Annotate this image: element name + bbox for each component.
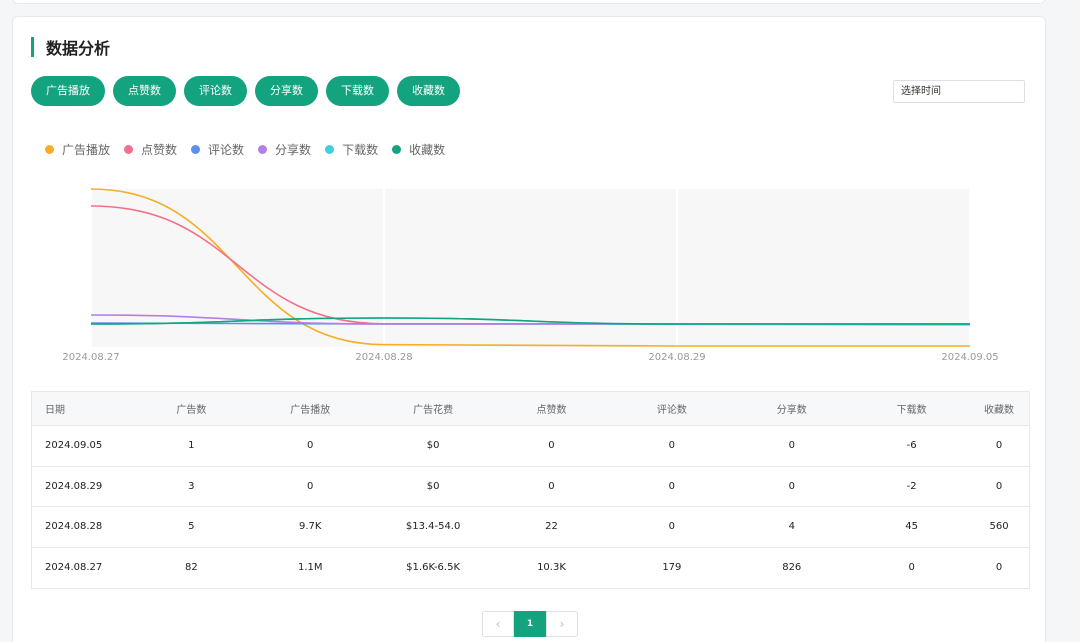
- cell-favorites: 0: [995, 440, 1003, 452]
- line-chart: 2024.08.27 2024.08.28 2024.08.29 2024.09.05: [62, 188, 999, 363]
- header-favorites: 收藏数: [984, 405, 1015, 416]
- legend-label: 评论数: [208, 143, 245, 157]
- legend-item[interactable]: 收藏数: [392, 141, 445, 158]
- legend-dot-icon: [124, 145, 134, 154]
- cell-shares: 0: [788, 440, 795, 452]
- tab-downloads[interactable]: 下载数: [326, 76, 389, 106]
- x-tick-label: 2024.08.29: [648, 352, 705, 363]
- tab-favorites[interactable]: 收藏数: [397, 76, 460, 106]
- table-row: 2024.09.05 1 0 $0 0 0 0 -6 0: [32, 426, 1029, 467]
- cell-downloads: -6: [906, 440, 917, 452]
- chevron-right-icon[interactable]: ›: [546, 611, 578, 637]
- cell-date: 2024.08.27: [45, 562, 103, 574]
- metric-tabs: 广告播放 点赞数 评论数 分享数 下载数 收藏数: [31, 76, 468, 106]
- cell-downloads: 0: [908, 562, 915, 574]
- table-row: 2024.08.28 5 9.7K $13.4-54.0 22 0 4 45 5…: [32, 507, 1029, 548]
- header-shares: 分享数: [776, 405, 807, 416]
- heading-accent-bar: [31, 37, 34, 57]
- tab-comments[interactable]: 评论数: [184, 76, 247, 106]
- legend-item[interactable]: 广告播放: [45, 141, 110, 158]
- chart-legend: 广告播放 点赞数 评论数 分享数 下载数 收藏数: [45, 141, 459, 158]
- legend-label: 下载数: [342, 143, 379, 157]
- data-analysis-card: 数据分析 广告播放 点赞数 评论数 分享数 下载数 收藏数 广告播放点赞数评论数…: [12, 16, 1046, 642]
- cell-comments: 0: [668, 440, 676, 452]
- table-row: 2024.08.27 82 1.1M $1.6K-6.5K 10.3K 179 …: [32, 548, 1029, 589]
- legend-dot-icon: [258, 145, 268, 154]
- legend-item[interactable]: 分享数: [258, 141, 311, 158]
- cell-ad-spend: $0: [426, 480, 440, 492]
- cell-shares: 826: [782, 562, 802, 574]
- cell-comments: 179: [662, 562, 682, 574]
- header-date: 日期: [45, 405, 65, 416]
- cell-ad-plays: 0: [307, 480, 314, 492]
- legend-dot-icon: [392, 145, 402, 154]
- table-header-row: 日期 广告数 广告播放 广告花费 点赞数 评论数 分享数 下载数 收藏数: [32, 392, 1029, 426]
- cell-ad-spend: $13.4-54.0: [405, 521, 461, 533]
- cell-ad-spend: $0: [426, 440, 440, 452]
- legend-label: 点赞数: [141, 143, 178, 157]
- cell-ad-plays: 0: [307, 440, 314, 452]
- header-downloads: 下载数: [896, 405, 927, 416]
- legend-dot-icon: [191, 145, 201, 154]
- header-ad-plays: 广告播放: [290, 405, 331, 416]
- header-ad-spend: 广告花费: [413, 405, 454, 416]
- data-table: 日期 广告数 广告播放 广告花费 点赞数 评论数 分享数 下载数 收藏数 202…: [31, 391, 1030, 589]
- page-button-current[interactable]: 1: [514, 611, 546, 637]
- cell-likes: 10.3K: [537, 562, 566, 574]
- cell-ad-count: 5: [188, 521, 195, 533]
- cell-favorites: 0: [995, 562, 1003, 574]
- legend-label: 收藏数: [409, 143, 446, 157]
- legend-dot-icon: [325, 145, 335, 154]
- legend-item[interactable]: 点赞数: [124, 141, 177, 158]
- cell-likes: 0: [548, 440, 555, 452]
- x-tick-label: 2024.08.28: [355, 352, 412, 363]
- cell-comments: 0: [668, 521, 676, 533]
- cell-favorites: 0: [995, 480, 1003, 492]
- cell-likes: 0: [548, 480, 555, 492]
- cell-ad-plays: 9.7K: [298, 521, 322, 533]
- legend-label: 分享数: [275, 143, 312, 157]
- tab-shares[interactable]: 分享数: [255, 76, 318, 106]
- cell-downloads: 45: [905, 521, 918, 533]
- date-picker-input[interactable]: [893, 80, 1025, 103]
- cell-favorites: 560: [989, 521, 1009, 533]
- cell-shares: 0: [788, 480, 795, 492]
- cell-comments: 0: [668, 480, 676, 492]
- legend-item[interactable]: 评论数: [191, 141, 244, 158]
- header-likes: 点赞数: [536, 405, 567, 416]
- tab-likes[interactable]: 点赞数: [113, 76, 176, 106]
- legend-label: 广告播放: [62, 143, 111, 157]
- tab-ad-plays[interactable]: 广告播放: [31, 76, 105, 106]
- cell-ad-plays: 1.1M: [297, 562, 323, 574]
- section-title: 数据分析: [46, 39, 111, 58]
- cell-downloads: -2: [906, 480, 917, 492]
- x-tick-label: 2024.08.27: [62, 352, 119, 363]
- section-heading: 数据分析: [31, 37, 111, 58]
- pagination: ‹ 1 ›: [482, 611, 578, 637]
- cell-shares: 4: [788, 521, 795, 533]
- cell-date: 2024.09.05: [45, 440, 103, 452]
- x-tick-label: 2024.09.05: [941, 352, 998, 363]
- legend-item[interactable]: 下载数: [325, 141, 378, 158]
- cell-ad-count: 3: [188, 480, 195, 492]
- cell-ad-count: 82: [184, 562, 198, 574]
- cell-date: 2024.08.28: [45, 521, 103, 533]
- cell-date: 2024.08.29: [45, 480, 103, 492]
- chevron-left-icon[interactable]: ‹: [482, 611, 514, 637]
- cell-ad-count: 1: [188, 440, 195, 452]
- header-ad-count: 广告数: [176, 405, 207, 416]
- table-row: 2024.08.29 3 0 $0 0 0 0 -2 0: [32, 467, 1029, 507]
- header-comments: 评论数: [656, 405, 687, 416]
- legend-dot-icon: [45, 145, 54, 154]
- previous-card-edge: [12, 0, 1046, 4]
- cell-ad-spend: $1.6K-6.5K: [406, 562, 461, 574]
- cell-likes: 22: [545, 521, 558, 533]
